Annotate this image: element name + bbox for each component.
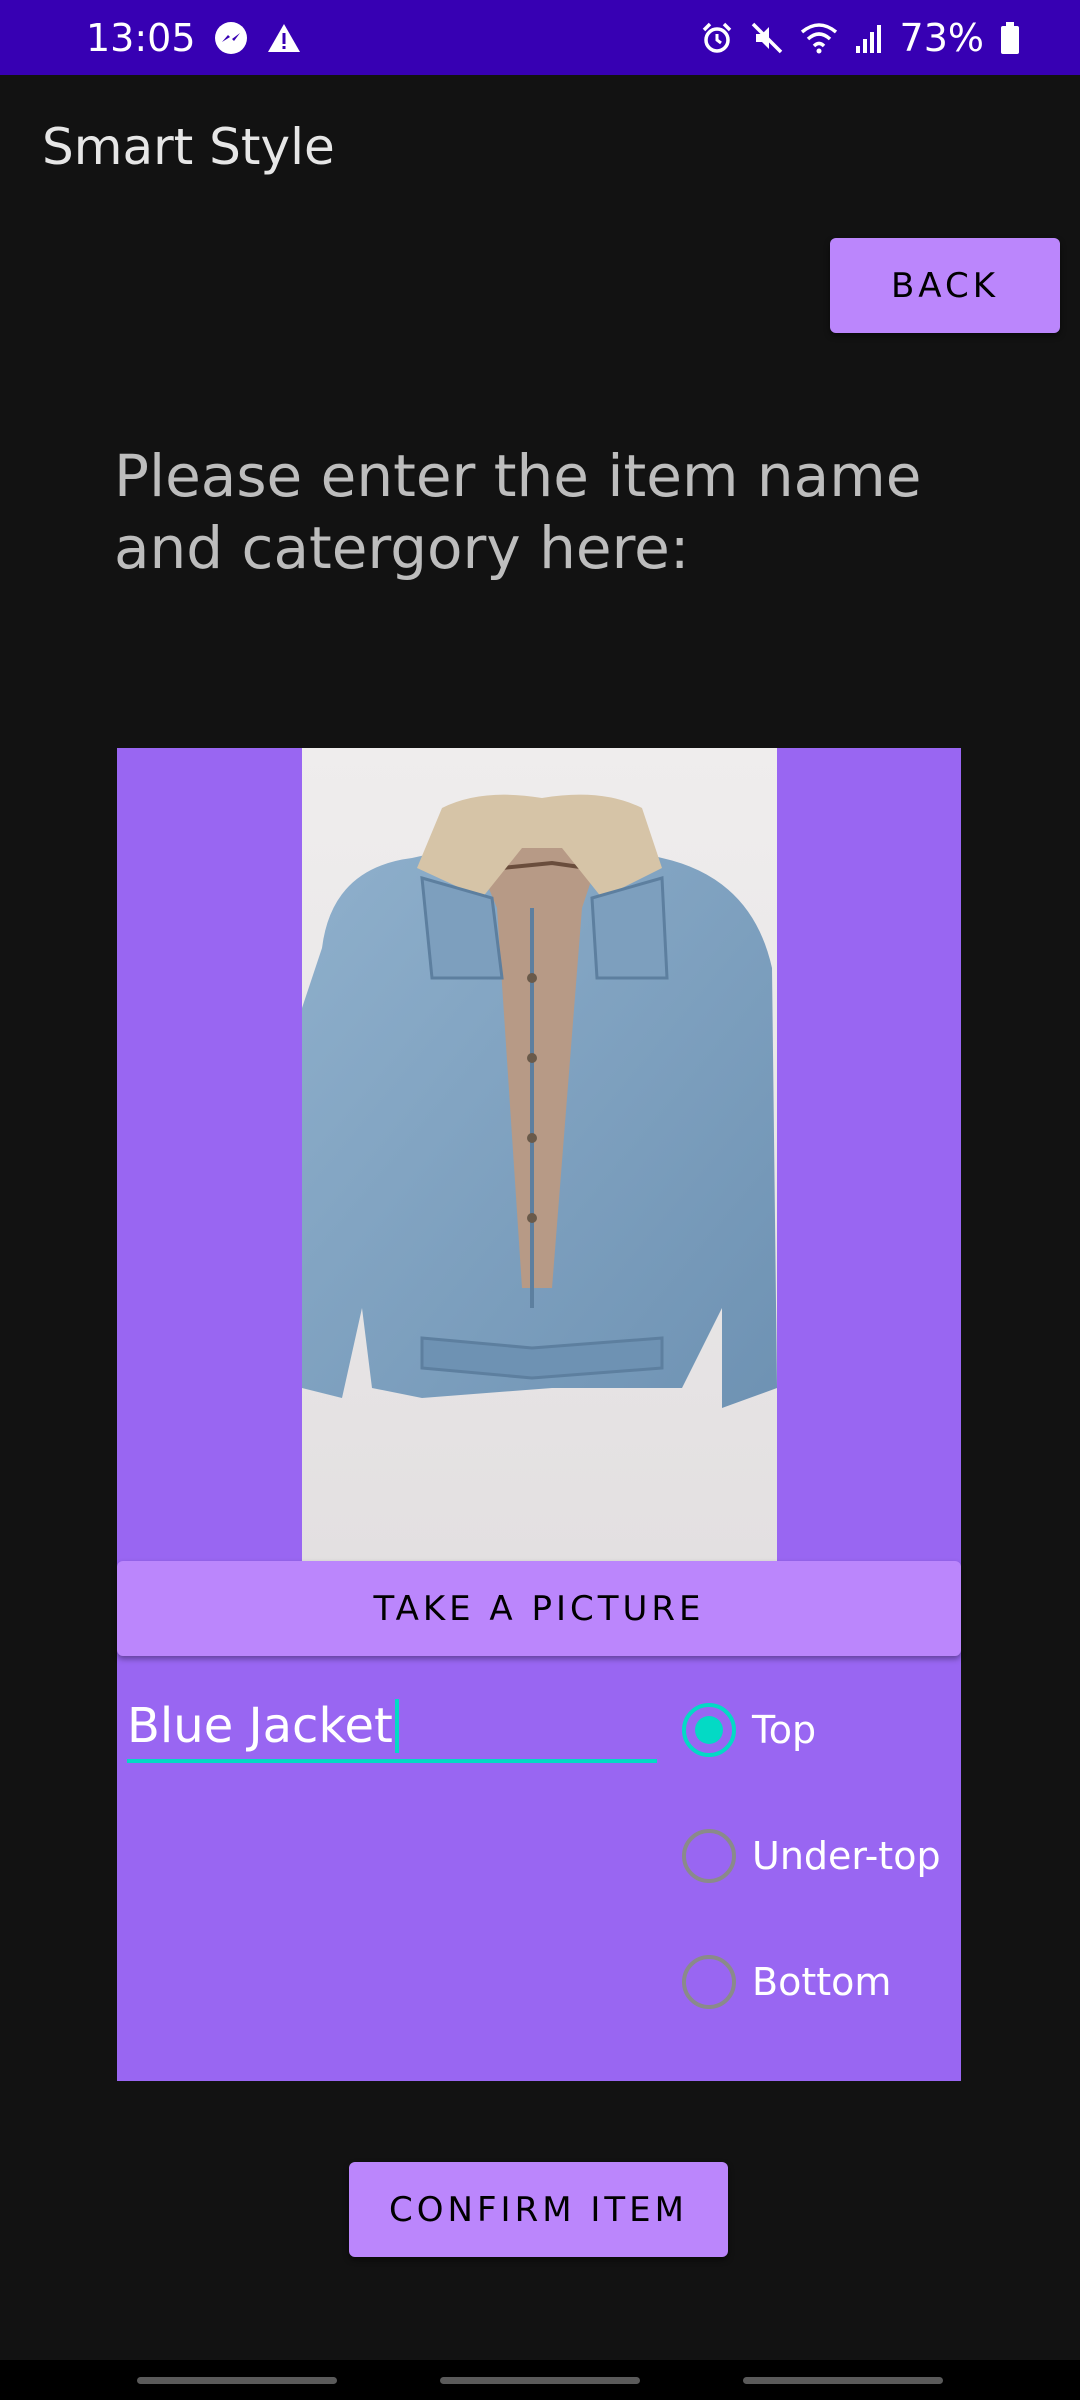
clock: 13:05 — [86, 15, 196, 60]
alarm-icon — [700, 21, 734, 55]
item-panel: TAKE A PICTURE Blue Jacket Top Under-top… — [117, 748, 961, 2081]
wifi-icon — [800, 22, 838, 54]
warning-icon — [266, 22, 302, 54]
app-title: Smart Style — [42, 118, 335, 176]
back-button[interactable]: BACK — [830, 238, 1060, 333]
category-option-bottom[interactable]: Bottom — [682, 1955, 891, 2009]
instructions-text: Please enter the item name and catergory… — [114, 442, 922, 582]
category-label: Bottom — [752, 1960, 892, 2004]
messenger-icon — [214, 21, 248, 55]
confirm-item-button[interactable]: CONFIRM ITEM — [349, 2162, 728, 2257]
category-label: Under-top — [752, 1834, 941, 1878]
battery-level: 73% — [899, 15, 984, 60]
take-picture-button[interactable]: TAKE A PICTURE — [117, 1561, 961, 1656]
status-bar: 13:05 73% — [0, 0, 1080, 75]
category-option-under-top[interactable]: Under-top — [682, 1829, 941, 1883]
radio-unchecked-icon — [682, 1955, 736, 2009]
battery-icon — [1000, 21, 1020, 55]
text-cursor — [394, 1699, 399, 1753]
mute-icon — [750, 21, 784, 55]
category-label: Top — [752, 1708, 817, 1752]
radio-checked-icon — [682, 1703, 736, 1757]
nav-back-handle[interactable] — [743, 2377, 943, 2384]
nav-recents-handle[interactable] — [137, 2377, 337, 2384]
item-photo — [302, 748, 777, 1561]
item-name-input[interactable]: Blue Jacket — [127, 1693, 657, 1763]
nav-home-handle[interactable] — [440, 2377, 640, 2384]
navigation-bar — [0, 2360, 1080, 2400]
radio-unchecked-icon — [682, 1829, 736, 1883]
signal-icon — [854, 22, 884, 54]
category-option-top[interactable]: Top — [682, 1703, 816, 1757]
item-name-value: Blue Jacket — [127, 1698, 393, 1754]
